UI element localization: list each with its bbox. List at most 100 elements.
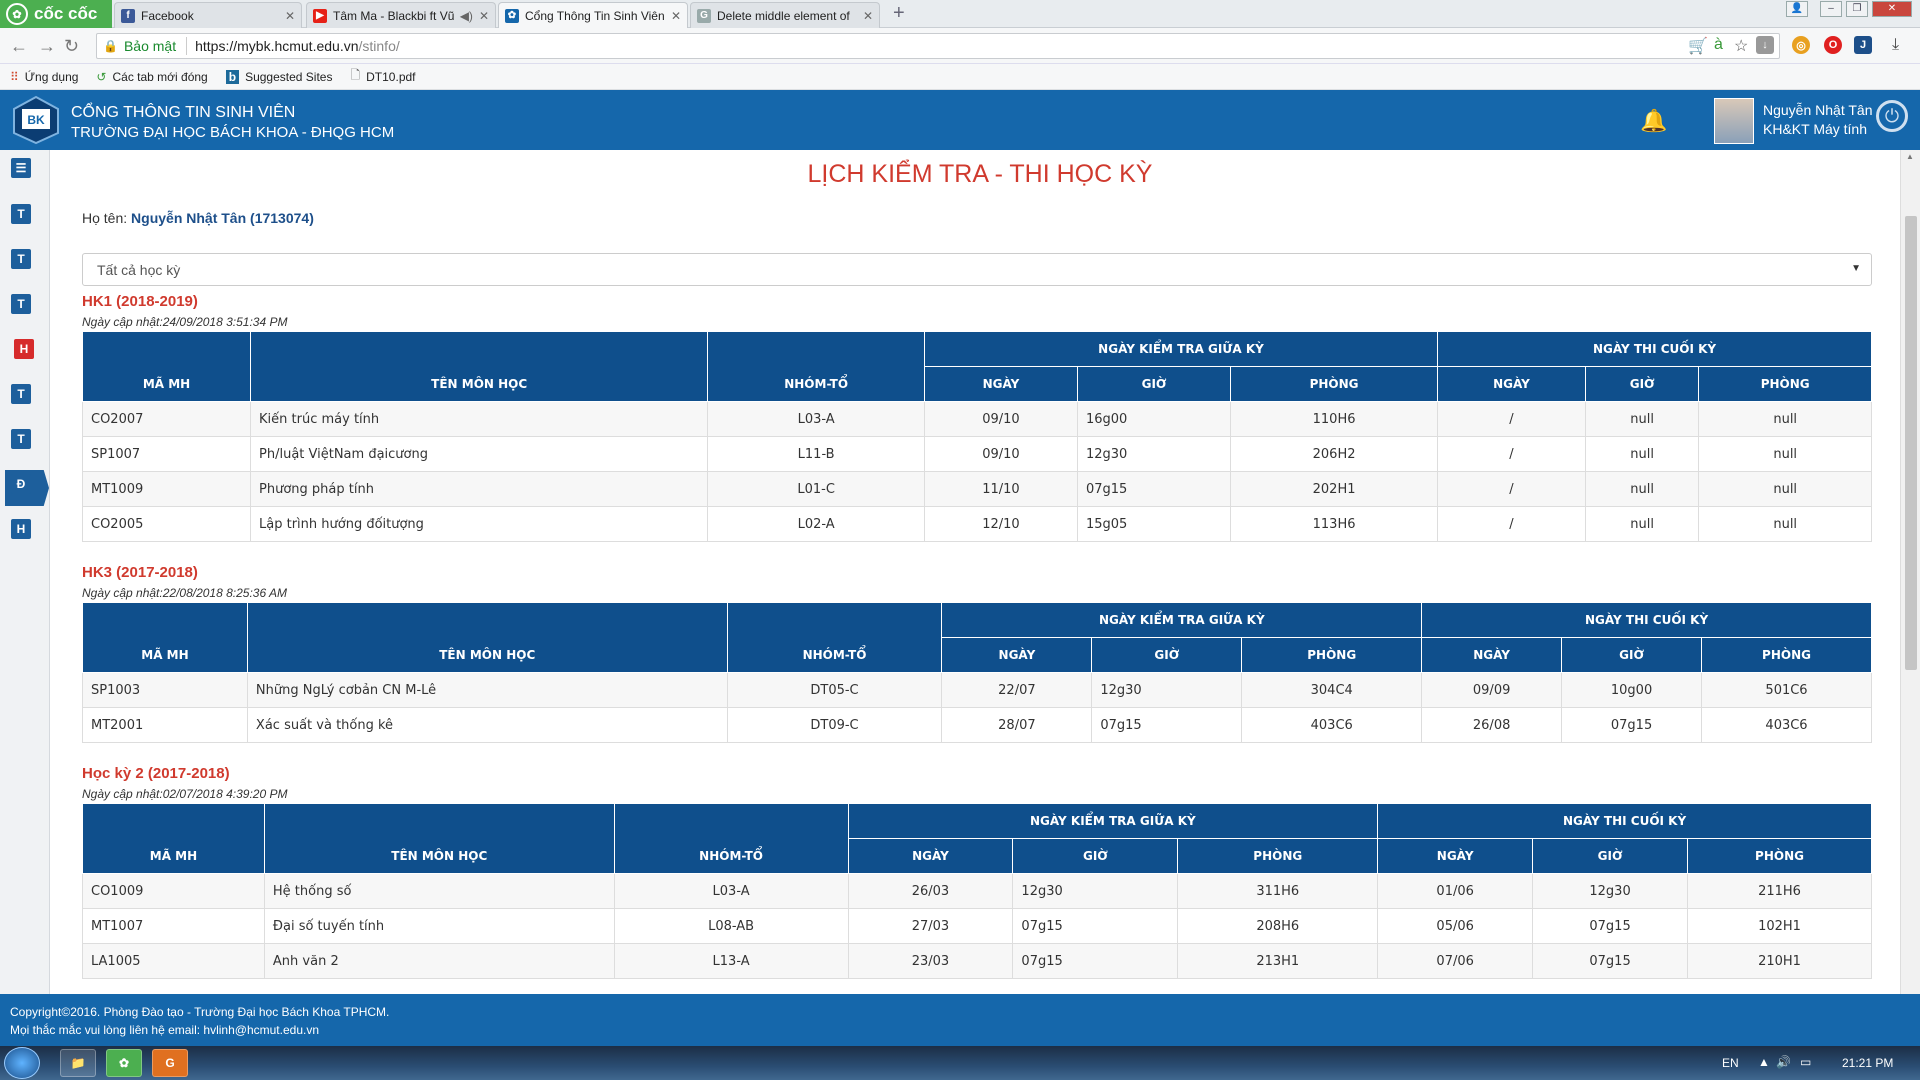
table-cell: 07/06 bbox=[1377, 943, 1534, 979]
forward-icon[interactable]: → bbox=[38, 36, 56, 57]
tab-delete-middle[interactable]: G Delete middle element of ✕ bbox=[690, 2, 880, 28]
logo-text: BK bbox=[27, 113, 45, 127]
table-cell: / bbox=[1437, 506, 1586, 542]
table-cell: CO2007 bbox=[81, 401, 252, 437]
url-host: https://mybk.hcmut.edu.vn bbox=[195, 38, 359, 54]
reload-icon[interactable]: ↻ bbox=[64, 36, 79, 57]
extension-icon[interactable]: J bbox=[1854, 36, 1872, 54]
table-cell: DT05-C bbox=[726, 672, 943, 708]
table-cell: null bbox=[1698, 401, 1872, 437]
table-cell: 07g15 bbox=[1532, 943, 1689, 979]
table-cell: 07g15 bbox=[1532, 908, 1689, 944]
bell-icon[interactable]: 🔔 bbox=[1640, 108, 1667, 134]
close-icon[interactable]: ✕ bbox=[285, 9, 295, 23]
coccoc-taskbar-icon[interactable]: ✿ bbox=[106, 1049, 142, 1077]
table-cell: CO2005 bbox=[81, 506, 252, 542]
menu-toggle-icon[interactable]: ☰ bbox=[11, 158, 31, 178]
file-icon: 🗋 bbox=[350, 68, 361, 82]
window-close-icon[interactable]: ✕ bbox=[1872, 1, 1912, 17]
translate-icon[interactable]: à bbox=[1714, 36, 1723, 54]
table-cell: 12g30 bbox=[1532, 873, 1689, 909]
table-cell: MT1009 bbox=[81, 471, 252, 507]
footer-copyright: Copyright©2016. Phòng Đào tạo - Trường Đ… bbox=[10, 1005, 390, 1019]
sidebar-item-8[interactable]: H bbox=[11, 519, 31, 539]
bookmark-apps[interactable]: ⠿ Ứng dụng bbox=[10, 70, 78, 84]
new-tab-icon[interactable]: + bbox=[893, 2, 905, 25]
sidebar-item-2[interactable]: T bbox=[11, 249, 31, 269]
close-icon[interactable]: ✕ bbox=[863, 9, 873, 23]
bk-logo-icon[interactable]: BK bbox=[12, 95, 60, 145]
brand-label: cốc cốc bbox=[34, 4, 98, 23]
user-name[interactable]: Nguyễn Nhật Tân bbox=[1763, 102, 1872, 118]
avatar[interactable] bbox=[1714, 98, 1754, 144]
windows-taskbar: 📁 ✿ G EN ▲ 🔊 ▭ 21:21 PM bbox=[0, 1046, 1920, 1080]
close-icon[interactable]: ✕ bbox=[479, 9, 489, 23]
semester-select[interactable]: Tất cả học kỳ ▼ bbox=[82, 253, 1872, 286]
restore-icon[interactable]: ❐ bbox=[1846, 1, 1868, 17]
browser-tabstrip: ✿ cốc cốc f Facebook ✕ ▶ Tâm Ma - Blackb… bbox=[0, 0, 1920, 28]
mute-icon[interactable]: ◀) bbox=[460, 9, 473, 23]
table-cell: L02-A bbox=[707, 506, 925, 542]
tab-youtube[interactable]: ▶ Tâm Ma - Blackbi ft Vũ ◀) ✕ bbox=[306, 2, 496, 28]
table-cell: 210H1 bbox=[1687, 943, 1872, 979]
tab-facebook[interactable]: f Facebook ✕ bbox=[114, 2, 302, 28]
scroll-up-icon[interactable]: ▲ bbox=[1906, 152, 1914, 161]
start-button[interactable] bbox=[4, 1047, 40, 1079]
sidebar-item-3[interactable]: T bbox=[11, 294, 31, 314]
power-icon[interactable]: ⏻ bbox=[1876, 100, 1908, 132]
header-name: TÊN MÔN HỌC bbox=[263, 803, 615, 874]
volume-icon[interactable]: 🔊 bbox=[1776, 1055, 1791, 1069]
language-indicator[interactable]: EN bbox=[1722, 1056, 1739, 1070]
table-row: MT1009 Phương pháp tính L01-C 11/10 07g15 202… bbox=[81, 471, 1872, 507]
table-cell: 113H6 bbox=[1230, 506, 1439, 542]
bookmark-dt10[interactable]: 🗋 DT10.pdf bbox=[350, 66, 415, 87]
star-icon[interactable]: ☆ bbox=[1734, 36, 1748, 56]
page-scrollbar[interactable]: ▲ bbox=[1900, 150, 1920, 994]
scrollbar-thumb[interactable] bbox=[1905, 216, 1917, 670]
download-icon[interactable]: ↓ bbox=[1756, 36, 1774, 54]
header-final: NGÀY THI CUỐI KỲ bbox=[1421, 602, 1872, 638]
facebook-icon: f bbox=[121, 8, 135, 23]
table-cell: Những NgLý cơbản CN M-Lê bbox=[246, 672, 728, 708]
sidebar-item-5[interactable]: T bbox=[11, 384, 31, 404]
section-updated: Ngày cập nhật:22/08/2018 8:25:36 AM bbox=[82, 586, 288, 600]
back-icon[interactable]: ← bbox=[10, 36, 28, 57]
clock[interactable]: 21:21 PM bbox=[1842, 1056, 1893, 1070]
bookmark-suggested-sites[interactable]: b Suggested Sites bbox=[225, 69, 332, 84]
opera-icon[interactable]: O bbox=[1824, 36, 1842, 54]
explorer-icon[interactable]: 📁 bbox=[60, 1049, 96, 1077]
sidebar-item-1[interactable]: T bbox=[11, 204, 31, 224]
header-time: GIỜ bbox=[1532, 838, 1689, 874]
profile-icon[interactable]: 👤 bbox=[1786, 1, 1808, 17]
tab-student-portal[interactable]: ✿ Cổng Thông Tin Sinh Viên ✕ bbox=[498, 2, 688, 28]
header-midterm: NGÀY KIỂM TRA GIỮA KỲ bbox=[847, 803, 1379, 839]
address-bar[interactable]: 🔒 Bảo mật https://mybk.hcmut.edu.vn /sti… bbox=[96, 33, 1780, 59]
sidebar-item-7[interactable]: Đ bbox=[11, 474, 31, 494]
student-info: Họ tên: Nguyễn Nhật Tân (1713074) bbox=[82, 210, 314, 226]
bookmark-recent-tabs[interactable]: ↺ Các tab mới đóng bbox=[96, 70, 207, 84]
header-room: PHÒNG bbox=[1177, 838, 1379, 874]
table-cell: 05/06 bbox=[1377, 908, 1534, 944]
table-cell: 07g15 bbox=[1012, 908, 1179, 944]
table-cell: 28/07 bbox=[941, 707, 1093, 743]
table-cell: 202H1 bbox=[1230, 471, 1439, 507]
network-icon[interactable]: ▭ bbox=[1800, 1055, 1811, 1069]
sidebar-item-exam-schedule[interactable]: H bbox=[14, 339, 34, 359]
minimize-icon[interactable]: – bbox=[1820, 1, 1842, 17]
app-taskbar-icon[interactable]: G bbox=[152, 1049, 188, 1077]
table-cell: 211H6 bbox=[1687, 873, 1872, 909]
header-date: NGÀY bbox=[923, 366, 1078, 402]
browser-brand[interactable]: ✿ cốc cốc bbox=[0, 0, 112, 28]
table-cell: 304C4 bbox=[1241, 672, 1423, 708]
close-icon[interactable]: ✕ bbox=[671, 9, 681, 23]
downloads-icon[interactable]: ⤓ bbox=[1892, 36, 1899, 54]
table-cell: Ph/luật ViệtNam đạicương bbox=[250, 436, 709, 472]
exam-table: MÃ MH TÊN MÔN HỌC NHÓM-TỔ NGÀY KIỂM TRA GIỮ… bbox=[81, 331, 1872, 542]
sidebar-item-6[interactable]: T bbox=[11, 429, 31, 449]
header-room: PHÒNG bbox=[1230, 366, 1439, 402]
table-cell: null bbox=[1698, 436, 1872, 472]
table-cell: 403C6 bbox=[1701, 707, 1872, 743]
extension-icon[interactable]: ◎ bbox=[1792, 36, 1810, 54]
cart-icon[interactable]: 🛒 bbox=[1688, 36, 1708, 56]
tray-up-icon[interactable]: ▲ bbox=[1758, 1055, 1770, 1069]
